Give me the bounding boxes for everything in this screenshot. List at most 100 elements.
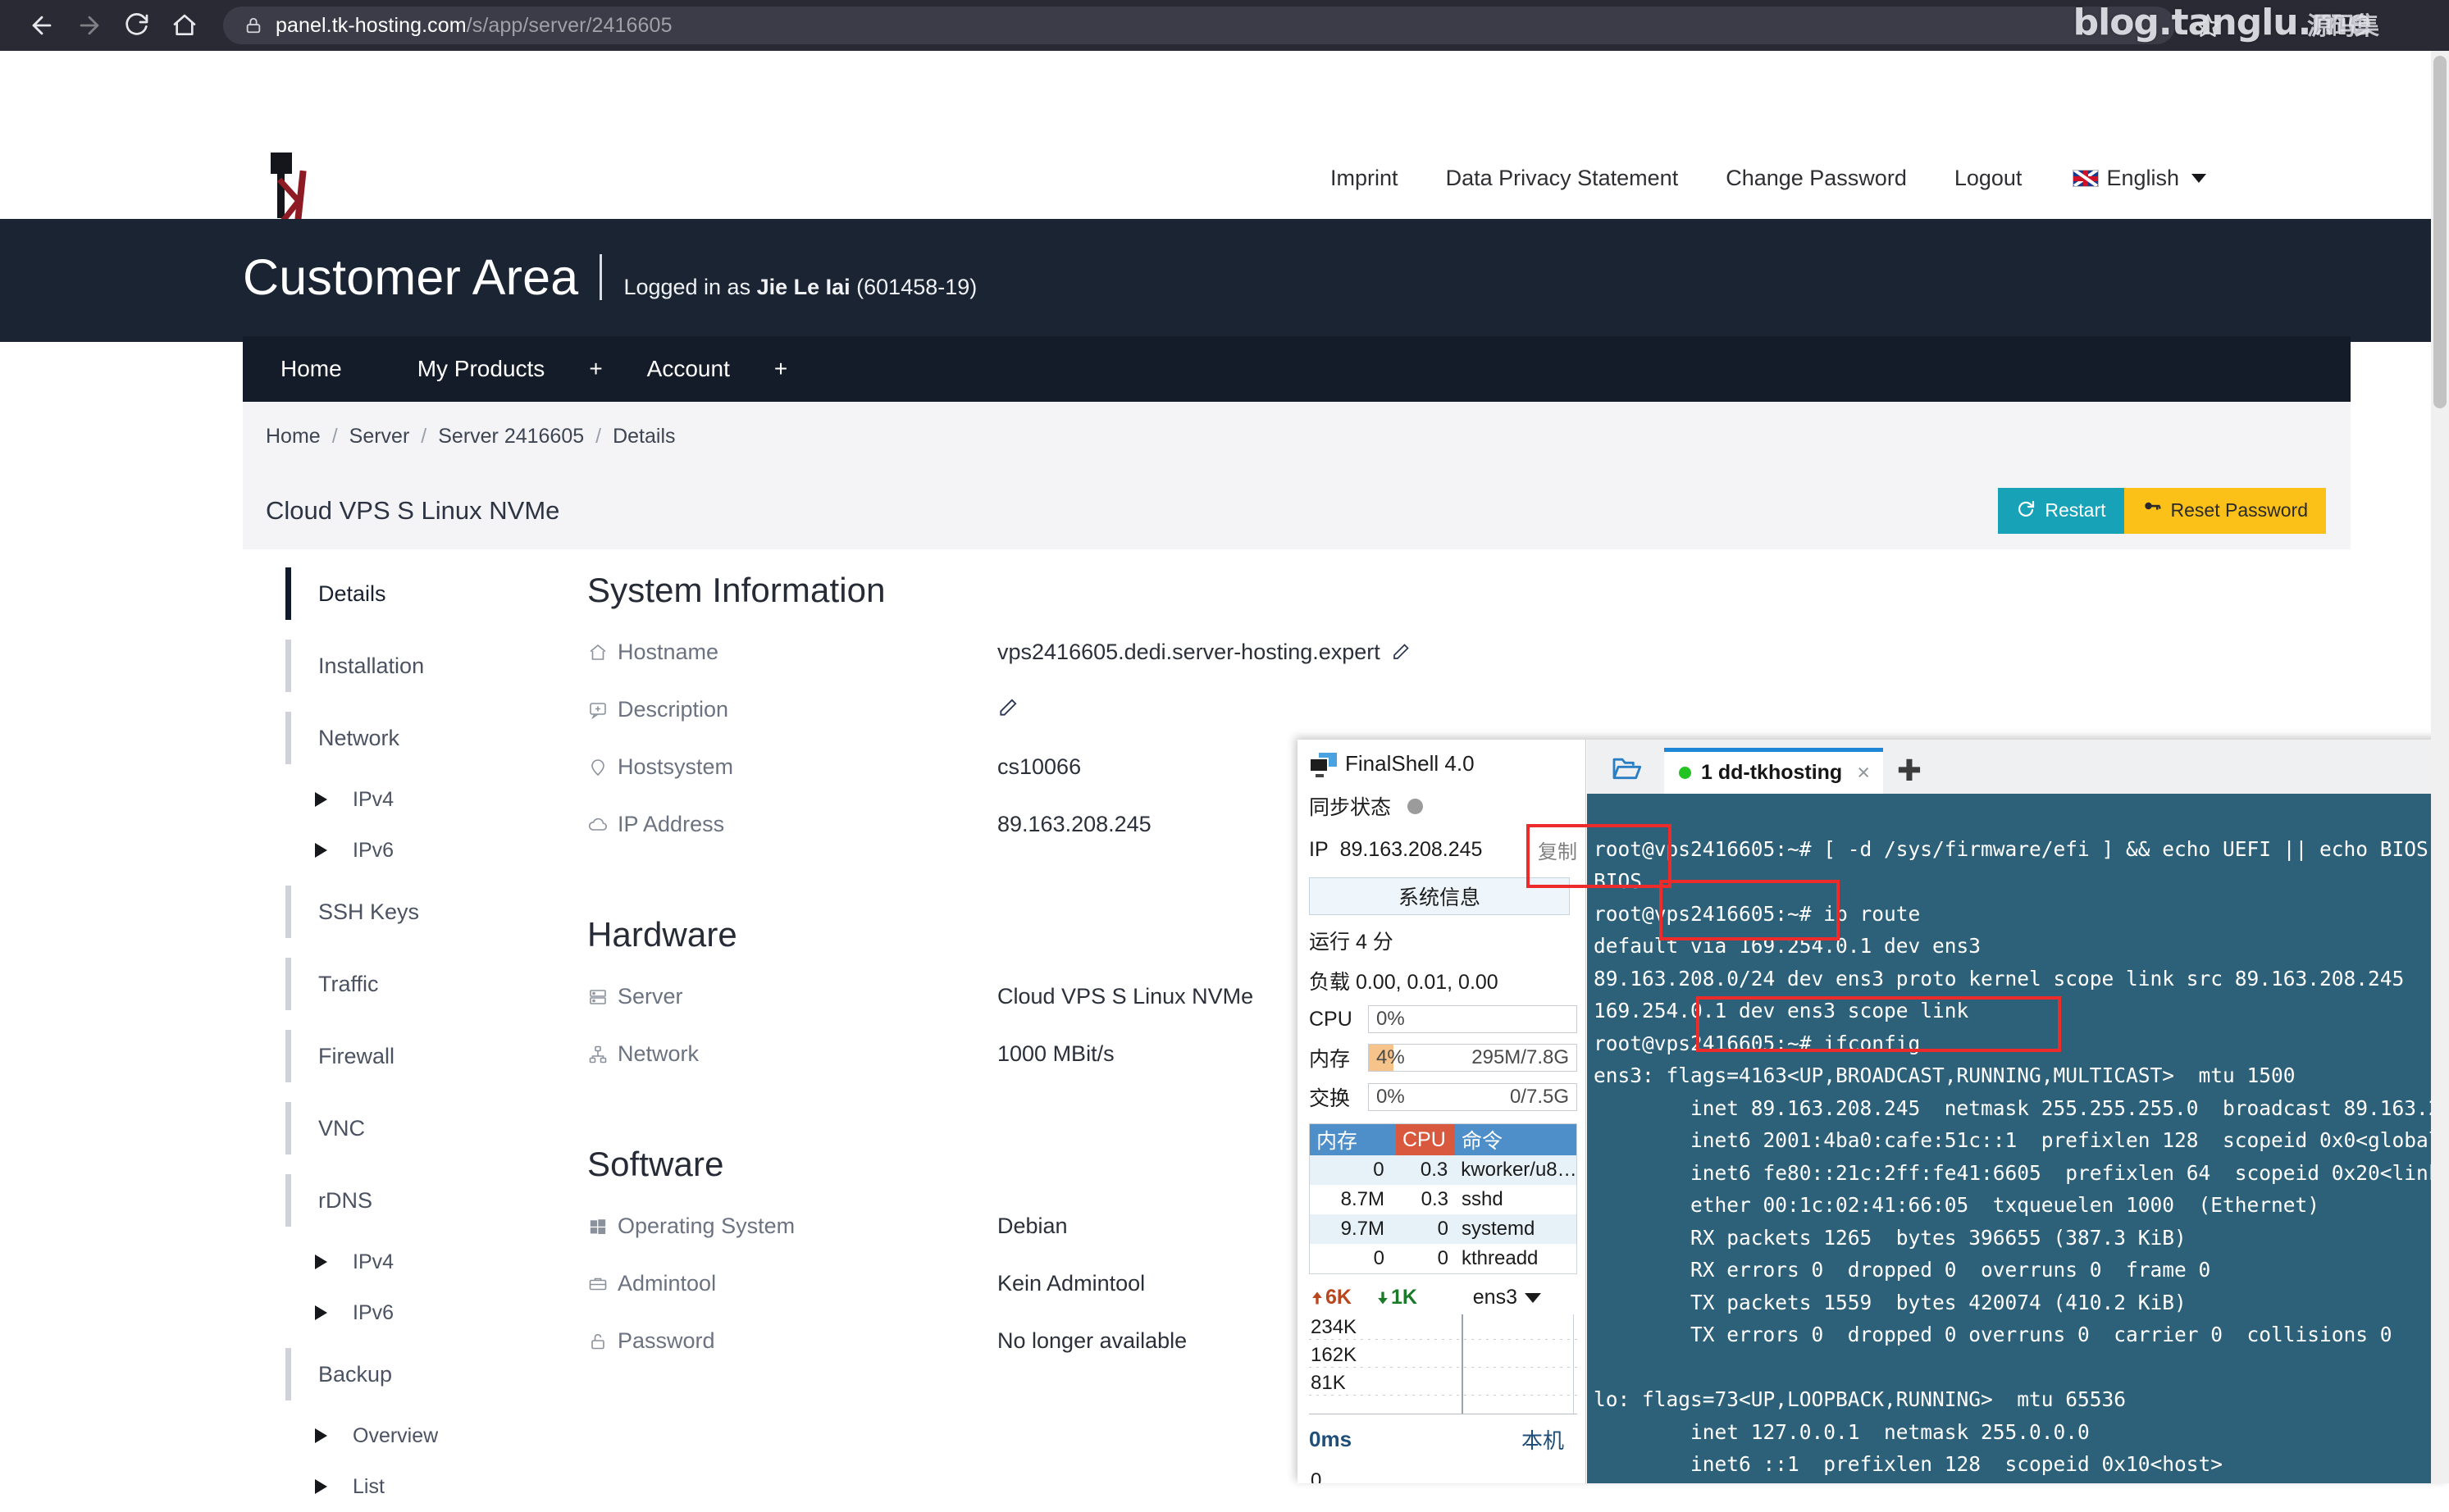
menu-item-account[interactable]: Account (609, 356, 768, 382)
process-memory: 0 (1310, 1247, 1396, 1270)
scrollbar-thumb[interactable] (2433, 56, 2447, 408)
terminal-line: default via 169.254.0.1 dev ens3 (1594, 934, 1981, 958)
process-col-cpu[interactable]: CPU (1396, 1124, 1455, 1155)
terminal-line: root@vps2416605:~# ifconfig (1594, 1032, 1920, 1055)
memory-meter: 4% 295M/7.8G (1368, 1044, 1577, 1072)
table-row[interactable]: 0 0 kthreadd (1310, 1244, 1576, 1273)
table-row[interactable]: 8.7M 0.3 sshd (1310, 1185, 1576, 1214)
table-row[interactable]: 0 0.3 kworker/u8… (1310, 1155, 1576, 1185)
sidebar-item-vnc[interactable]: VNC (262, 1092, 574, 1164)
table-row[interactable]: 9.7M 0 systemd (1310, 1214, 1576, 1244)
swap-meter-row: 交换 0% 0/7.5G (1309, 1082, 1577, 1112)
triangle-right-icon (315, 1255, 327, 1269)
sidebar-item-backup[interactable]: Backup (262, 1338, 574, 1410)
sidebar-subitem-network-ipv6[interactable]: IPv6 (262, 825, 574, 876)
edit-pencil-icon[interactable] (1391, 642, 1412, 663)
process-command: sshd (1455, 1188, 1576, 1211)
process-col-memory[interactable]: 内存 (1310, 1124, 1396, 1155)
latency-graph-ylabel-top: 0 (1311, 1469, 1321, 1483)
interface-selector[interactable]: ens3 (1473, 1286, 1541, 1309)
sidebar-subitem-network-ipv4[interactable]: IPv4 (262, 774, 574, 825)
nav-logout[interactable]: Logout (1954, 166, 2023, 191)
finalshell-app-title: FinalShell 4.0 (1345, 751, 1475, 776)
sidebar-item-ssh-keys[interactable]: SSH Keys (262, 876, 574, 948)
sidebar-item-label: Details (318, 581, 386, 607)
sidebar-item-network[interactable]: Network (262, 702, 574, 774)
menu-item-home[interactable]: Home (243, 356, 380, 382)
network-graph-ylabel-top: 234K (1311, 1316, 1357, 1339)
my-products-expand-icon[interactable]: + (582, 356, 609, 382)
detail-value: Debian (997, 1214, 1068, 1239)
sidebar-subitem-label: IPv6 (353, 839, 394, 863)
cpu-meter: 0% (1368, 1005, 1577, 1033)
lock-icon (244, 16, 262, 35)
network-graph-ylabel-bottom: 81K (1311, 1372, 1346, 1395)
home-button[interactable] (161, 2, 208, 49)
reset-password-button[interactable]: Reset Password (2124, 488, 2326, 534)
sidebar-item-rdns[interactable]: rDNS (262, 1164, 574, 1236)
tk-logo[interactable] (246, 153, 336, 228)
detail-label: Network (618, 1041, 699, 1067)
terminal-line: ens3: flags=4163<UP,BROADCAST,RUNNING,MU… (1594, 1063, 2296, 1087)
sidebar-item-firewall[interactable]: Firewall (262, 1020, 574, 1092)
page-scrollbar[interactable] (2431, 51, 2449, 1483)
breadcrumb-separator: / (421, 425, 426, 449)
page-title: Cloud VPS S Linux NVMe (266, 496, 559, 526)
back-button[interactable] (18, 2, 66, 49)
sidebar-subitem-label: IPv6 (353, 1301, 394, 1325)
process-cpu: 0 (1396, 1247, 1455, 1270)
detail-value: cs10066 (997, 754, 1081, 780)
breadcrumb-server[interactable]: Server (349, 425, 410, 449)
menu-item-my-products[interactable]: My Products (380, 356, 583, 382)
breadcrumb-home[interactable]: Home (266, 425, 321, 449)
account-expand-icon[interactable]: + (768, 356, 794, 382)
cloud-icon (587, 814, 609, 836)
sidebar-item-details[interactable]: Details (262, 558, 574, 630)
system-info-button[interactable]: 系统信息 (1309, 877, 1570, 915)
language-selector[interactable]: English (2073, 166, 2206, 191)
nav-data-privacy-statement[interactable]: Data Privacy Statement (1446, 166, 1679, 191)
process-command: kworker/u8… (1454, 1159, 1576, 1182)
bookmark-star-icon[interactable] (2183, 1, 2232, 50)
sidebar-subitem-rdns-ipv6[interactable]: IPv6 (262, 1287, 574, 1338)
new-tab-button[interactable]: ✚ (1883, 748, 1936, 794)
sidebar-item-traffic[interactable]: Traffic (262, 948, 574, 1020)
sidebar-subitem-label: IPv4 (353, 788, 394, 812)
breadcrumb-server-2416605[interactable]: Server 2416605 (438, 425, 584, 449)
download-rate: 1K (1391, 1286, 1417, 1309)
sync-status-indicator (1407, 799, 1423, 814)
server-icon (587, 986, 609, 1008)
edit-pencil-icon[interactable] (997, 697, 1019, 718)
nav-imprint[interactable]: Imprint (1330, 166, 1398, 191)
memory-meter-percent: 4% (1376, 1046, 1405, 1069)
forward-button[interactable] (66, 2, 113, 49)
sidebar-item-label: SSH Keys (318, 899, 419, 925)
divider (600, 254, 602, 300)
triangle-right-icon (315, 1305, 327, 1320)
breadcrumb-details[interactable]: Details (613, 425, 675, 449)
reload-button[interactable] (113, 2, 161, 49)
close-icon[interactable]: × (1857, 760, 1870, 786)
breadcrumb-separator: / (332, 425, 338, 449)
network-throughput-row: 6K 1K ens3 (1309, 1286, 1577, 1309)
chevron-down-icon (2191, 174, 2206, 183)
address-bar[interactable]: panel.tk-hosting.com/s/app/server/241660… (223, 7, 2175, 44)
sidebar-subitem-rdns-ipv4[interactable]: IPv4 (262, 1236, 574, 1287)
latency-graph: 0 0 (1309, 1468, 1577, 1483)
process-col-command[interactable]: 命令 (1455, 1124, 1576, 1155)
triangle-right-icon (315, 792, 327, 807)
page-title-bar: Cloud VPS S Linux NVMe Restart Reset Pas… (243, 471, 2351, 549)
open-folder-icon[interactable] (1595, 743, 1658, 794)
sidebar-subitem-backup-overview[interactable]: Overview (262, 1410, 574, 1461)
restart-button[interactable]: Restart (1998, 488, 2123, 534)
logged-in-userid: (601458-19) (851, 275, 978, 299)
home-icon (587, 642, 609, 663)
sidebar-subitem-backup-list[interactable]: List (262, 1461, 574, 1512)
copy-ip-button[interactable]: 复制 (1538, 836, 1577, 864)
terminal-tab[interactable]: 1 dd-tkhosting × (1664, 748, 1883, 794)
nav-change-password[interactable]: Change Password (1726, 166, 1907, 191)
finalshell-terminal-panel: 1 dd-tkhosting × ✚ root@vps2416605:~# [ … (1587, 740, 2449, 1483)
sidebar-item-installation[interactable]: Installation (262, 630, 574, 702)
logged-in-username: Jie Le Iai (757, 275, 851, 299)
terminal-output[interactable]: root@vps2416605:~# [ -d /sys/firmware/ef… (1587, 794, 2449, 1483)
